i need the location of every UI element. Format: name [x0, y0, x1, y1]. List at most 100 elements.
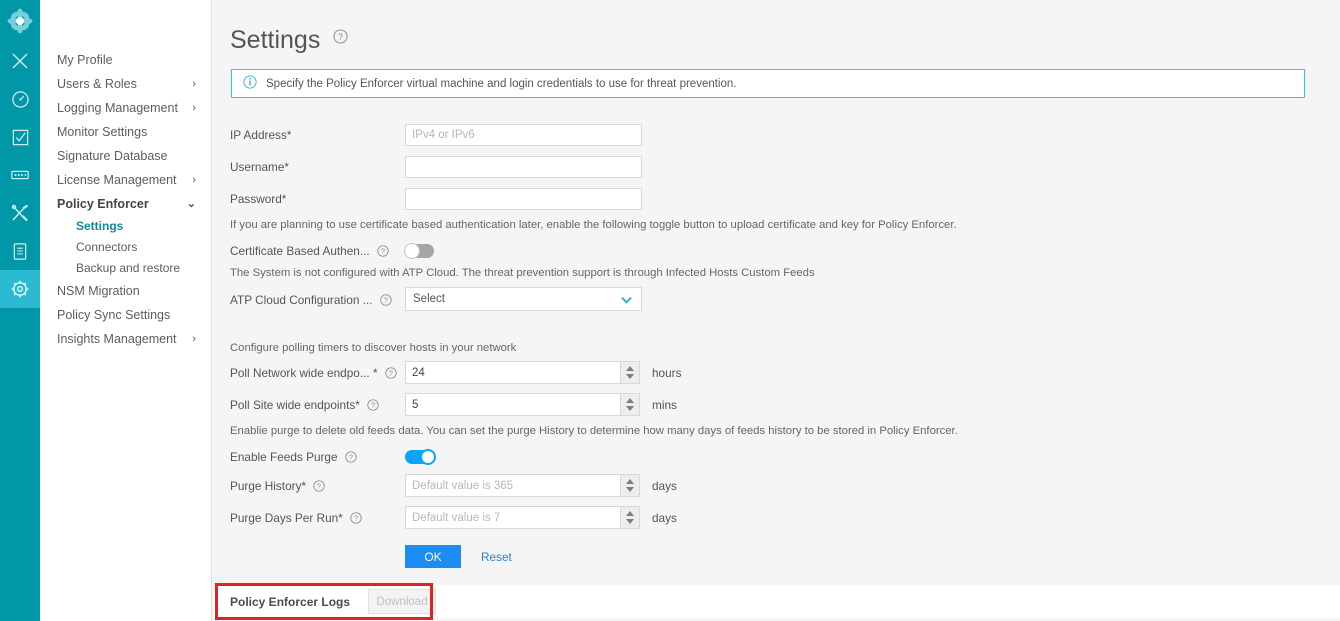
gear-icon[interactable] [0, 270, 40, 308]
poll-site-spinner[interactable] [620, 393, 640, 416]
svg-text:?: ? [354, 515, 358, 523]
help-circle-icon[interactable]: ? [377, 245, 389, 260]
field-poll-site-wide: Poll Site wide endpoints* ? m [230, 393, 677, 416]
sidebar-subitem-label: Backup and restore [76, 261, 181, 275]
chevron-down-icon [620, 293, 633, 309]
enable-feeds-purge-toggle[interactable] [405, 448, 436, 465]
sidebar-item-label: My Profile [57, 53, 113, 67]
poll-network-spinner[interactable] [620, 361, 640, 384]
toggle-knob [420, 448, 436, 465]
purge-days-input[interactable] [405, 506, 620, 529]
field-purge-days-per-run: Purge Days Per Run* ? days [230, 506, 677, 529]
atp-cloud-select[interactable]: Select [405, 287, 642, 311]
sidebar-item-nsm-migration[interactable]: NSM Migration [40, 279, 211, 303]
field-enable-feeds-purge: Enable Feeds Purge ? [230, 448, 436, 465]
chevron-right-icon: › [192, 333, 196, 345]
purge-days-label: Purge Days Per Run* [230, 511, 343, 525]
poll-site-input[interactable] [405, 393, 620, 416]
ip-address-input[interactable] [405, 124, 642, 146]
devices-icon[interactable] [0, 156, 40, 194]
sidebar-item-policy-enforcer[interactable]: Policy Enforcer ⌄ [40, 192, 211, 216]
reports-document-icon[interactable] [0, 232, 40, 270]
svg-text:?: ? [317, 483, 321, 491]
ok-button[interactable]: OK [405, 545, 461, 568]
svg-text:?: ? [381, 248, 385, 256]
help-circle-icon[interactable]: ? [333, 22, 348, 50]
spinner-down-icon[interactable] [626, 374, 634, 379]
purge-note: Enablie purge to delete old feeds data. … [230, 425, 958, 437]
atp-cloud-label: ATP Cloud Configuration ... [230, 292, 373, 307]
purge-days-label-wrap: Purge Days Per Run* ? [230, 510, 405, 525]
reset-link[interactable]: Reset [481, 550, 512, 564]
spinner-up-icon[interactable] [626, 398, 634, 403]
help-circle-icon[interactable]: ? [367, 399, 379, 414]
highlight-box [215, 583, 433, 620]
atp-cloud-label-wrap: ATP Cloud Configuration ... ? [230, 292, 405, 307]
password-input[interactable] [405, 188, 642, 210]
sidebar-item-license-management[interactable]: License Management › [40, 168, 211, 192]
sidebar-item-monitor-settings[interactable]: Monitor Settings [40, 120, 211, 144]
field-username: Username* [230, 156, 642, 178]
sidebar-item-logging-management[interactable]: Logging Management › [40, 96, 211, 120]
certificate-auth-label: Certificate Based Authen... [230, 244, 370, 258]
sidebar-item-connectors[interactable]: Connectors [40, 237, 211, 258]
sidebar-item-label: Logging Management [57, 101, 178, 115]
poll-site-stepper [405, 393, 640, 416]
purge-history-input[interactable] [405, 474, 620, 497]
info-banner: Specify the Policy Enforcer virtual mach… [231, 69, 1305, 98]
sidebar-item-insights-management[interactable]: Insights Management › [40, 327, 211, 351]
sidebar-item-settings[interactable]: Settings [40, 216, 211, 237]
svg-text:?: ? [349, 454, 353, 462]
purge-days-stepper [405, 506, 640, 529]
certificate-auth-toggle[interactable] [404, 242, 434, 259]
form-actions: OK Reset [405, 545, 512, 568]
sidebar-item-signature-database[interactable]: Signature Database [40, 144, 211, 168]
spinner-down-icon[interactable] [626, 406, 634, 411]
sidebar-subitem-label: Connectors [76, 240, 138, 254]
sidebar-subitem-label: Settings [76, 219, 124, 233]
close-x-icon[interactable] [0, 42, 40, 80]
sidebar-item-my-profile[interactable]: My Profile [40, 48, 211, 72]
spinner-up-icon[interactable] [626, 511, 634, 516]
username-input[interactable] [405, 156, 642, 178]
sidebar-item-backup-and-restore[interactable]: Backup and restore [40, 258, 211, 279]
poll-network-unit: hours [652, 365, 682, 380]
purge-history-stepper [405, 474, 640, 497]
settings-page: My Profile Users & Roles › Logging Manag… [0, 0, 1340, 621]
info-circle-icon [243, 75, 257, 92]
sidebar-item-label: Users & Roles [57, 77, 137, 91]
enable-purge-label: Enable Feeds Purge [230, 450, 338, 464]
spinner-down-icon[interactable] [626, 487, 634, 492]
monitor-checkbox-icon[interactable] [0, 118, 40, 156]
spinner-up-icon[interactable] [626, 479, 634, 484]
svg-text:?: ? [389, 370, 393, 378]
help-circle-icon[interactable]: ? [350, 512, 362, 527]
purge-history-label: Purge History* [230, 479, 307, 493]
spinner-up-icon[interactable] [626, 366, 634, 371]
poll-network-label-wrap: Poll Network wide endpo... * ? [230, 365, 405, 380]
enable-purge-label-wrap: Enable Feeds Purge ? [230, 449, 405, 464]
help-circle-icon[interactable]: ? [345, 451, 357, 466]
dashboard-gauge-icon[interactable] [0, 80, 40, 118]
atp-cloud-note: The System is not configured with ATP Cl… [230, 267, 815, 279]
svg-text:?: ? [384, 296, 388, 304]
svg-text:?: ? [338, 32, 343, 42]
sidebar-item-label: Signature Database [57, 149, 168, 163]
sidebar-item-users-roles[interactable]: Users & Roles › [40, 72, 211, 96]
spinner-down-icon[interactable] [626, 519, 634, 524]
sidebar-item-label: Monitor Settings [57, 125, 148, 139]
purge-history-unit: days [652, 478, 677, 493]
purge-history-spinner[interactable] [620, 474, 640, 497]
help-circle-icon[interactable]: ? [385, 367, 397, 382]
purge-days-spinner[interactable] [620, 506, 640, 529]
sidebar-item-policy-sync-settings[interactable]: Policy Sync Settings [40, 303, 211, 327]
tools-icon[interactable] [0, 194, 40, 232]
field-ip-address: IP Address* [230, 124, 642, 146]
main-content: Settings ? Specify the Policy Enforcer v… [213, 0, 1340, 621]
help-circle-icon[interactable]: ? [313, 480, 326, 495]
chevron-right-icon: › [192, 102, 196, 114]
poll-site-label-wrap: Poll Site wide endpoints* ? [230, 397, 405, 412]
poll-site-unit: mins [652, 397, 677, 412]
help-circle-icon[interactable]: ? [380, 293, 392, 309]
poll-network-input[interactable] [405, 361, 620, 384]
